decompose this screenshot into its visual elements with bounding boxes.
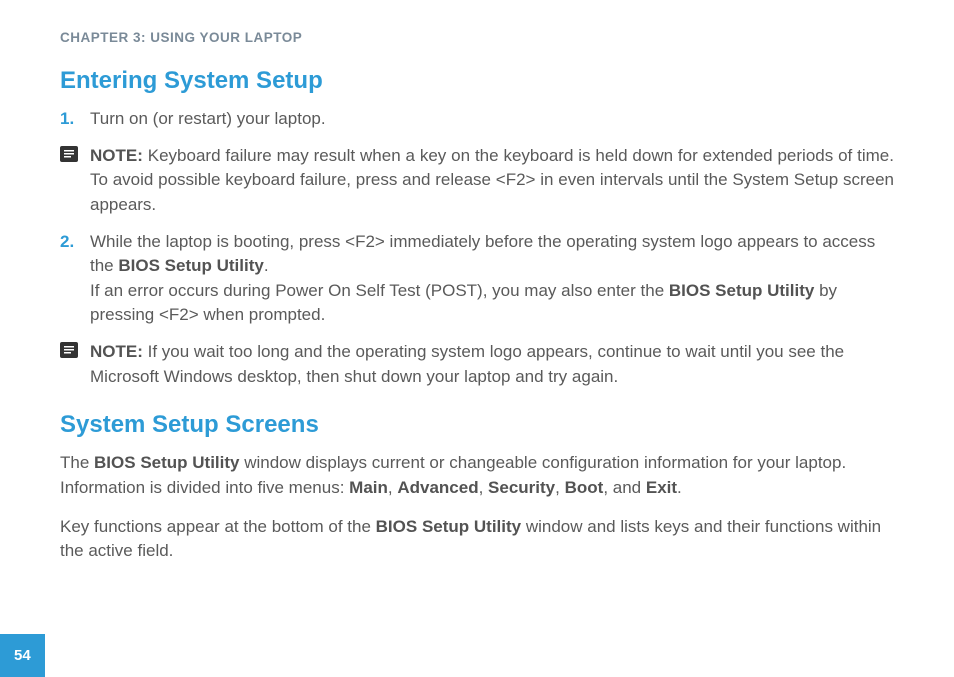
step-text: While the laptop is booting, press <F2> … — [90, 230, 894, 329]
note-icon-cell — [60, 340, 90, 358]
note-icon — [60, 146, 78, 162]
page-number: 54 — [0, 634, 45, 677]
menu-exit: Exit — [646, 478, 677, 497]
step-number: 1. — [60, 107, 90, 132]
text-run: If an error occurs during Power On Self … — [90, 281, 669, 300]
menu-boot: Boot — [565, 478, 604, 497]
bios-setup-utility-bold: BIOS Setup Utility — [376, 517, 521, 536]
note-body: If you wait too long and the operating s… — [90, 342, 844, 386]
text-run: The — [60, 453, 94, 472]
bios-setup-utility-bold: BIOS Setup Utility — [94, 453, 239, 472]
step-2: 2. While the laptop is booting, press <F… — [60, 230, 894, 329]
menu-main: Main — [349, 478, 388, 497]
text-run: , and — [603, 478, 646, 497]
note-body: Keyboard failure may result when a key o… — [90, 146, 894, 214]
chapter-label: CHAPTER 3: USING YOUR LAPTOP — [60, 30, 894, 45]
text-run: . — [264, 256, 269, 275]
note-text: NOTE: Keyboard failure may result when a… — [90, 144, 894, 218]
text-run: Key functions appear at the bottom of th… — [60, 517, 376, 536]
text-run: , — [479, 478, 488, 497]
note-text: NOTE: If you wait too long and the opera… — [90, 340, 894, 389]
menu-advanced: Advanced — [397, 478, 478, 497]
note-label: NOTE: — [90, 146, 143, 165]
step-text: Turn on (or restart) your laptop. — [90, 107, 894, 132]
note-2: NOTE: If you wait too long and the opera… — [60, 340, 894, 389]
text-run: . — [677, 478, 682, 497]
step-1: 1. Turn on (or restart) your laptop. — [60, 107, 894, 132]
heading-entering-system-setup: Entering System Setup — [60, 67, 894, 95]
note-label: NOTE: — [90, 342, 143, 361]
heading-system-setup-screens: System Setup Screens — [60, 411, 894, 439]
note-icon-cell — [60, 144, 90, 162]
paragraph-1: The BIOS Setup Utility window displays c… — [60, 451, 894, 500]
bios-setup-utility-bold: BIOS Setup Utility — [669, 281, 814, 300]
note-icon — [60, 342, 78, 358]
text-run: , — [555, 478, 564, 497]
bios-setup-utility-bold: BIOS Setup Utility — [118, 256, 263, 275]
paragraph-2: Key functions appear at the bottom of th… — [60, 515, 894, 564]
note-1: NOTE: Keyboard failure may result when a… — [60, 144, 894, 218]
step-number: 2. — [60, 230, 90, 255]
text-run: , — [388, 478, 397, 497]
menu-security: Security — [488, 478, 555, 497]
